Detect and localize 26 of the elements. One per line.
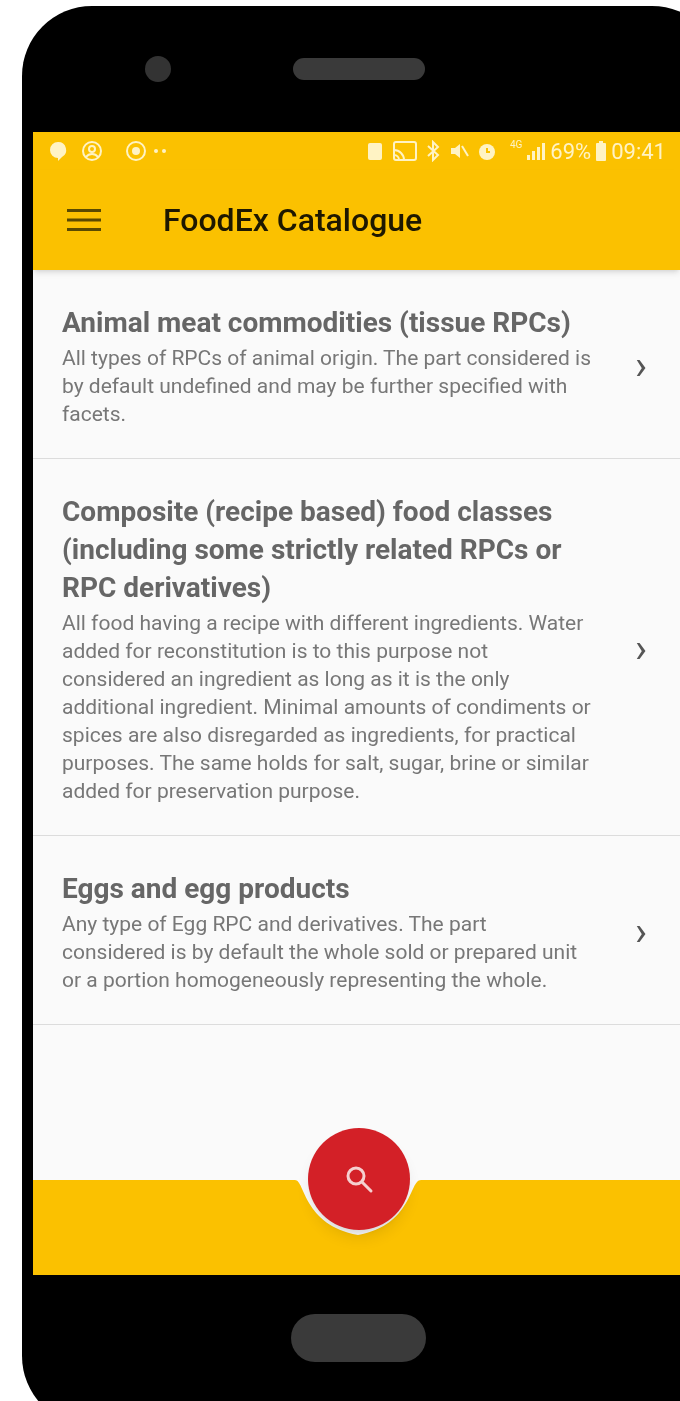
battery-icon [595, 140, 608, 162]
category-item[interactable]: Eggs and egg products Any type of Egg RPC and derivatives. The part considered is by default the whole sold or prepared unit or a portion homogeneously representing the whole. › [33, 836, 680, 1025]
signal-icon [526, 142, 547, 160]
category-description: All food having a recipe with different ingredients. Water added for reconstitution is to this purpose not considered an ingredient as long as it is the only additional ingredient. Minimal amounts of condiments or spices are also disregarded as ingredients, for practical purposes. The same holds for salt, sugar, brine or similar added for preservation purpose. [62, 610, 592, 805]
category-title: Composite (recipe based) food classes (including some strictly related RPCs or RPC derivatives) [62, 494, 563, 606]
account-icon [81, 140, 103, 162]
chat-icon [47, 140, 69, 162]
category-title: Eggs and egg products [62, 871, 351, 907]
battery-percent: 69% [550, 137, 592, 166]
category-item[interactable]: Animal meat commodities (tissue RPCs) All types of RPCs of animal origin. The part considered is by default undefined and may be further specified with facets. › [33, 270, 680, 459]
clock-time: 09:41 [611, 137, 666, 166]
category-description: All types of RPCs of animal origin. The part considered is by default undefined and may be further specified with facets. [62, 345, 592, 428]
search-icon [344, 1164, 374, 1194]
bluetooth-icon [425, 140, 440, 162]
network-type-label: 4G [509, 140, 523, 150]
battery-saver-icon [365, 140, 384, 162]
app-title: FoodEx Catalogue [163, 200, 423, 241]
chevron-icon: › [635, 346, 647, 386]
chevron-icon: › [635, 912, 647, 952]
chevron-icon: › [635, 629, 647, 669]
more-dots-icon [153, 148, 167, 154]
category-title: Animal meat commodities (tissue RPCs) [62, 305, 572, 341]
category-description: Any type of Egg RPC and derivatives. The part considered is by default the whole sold or prepared unit or a portion homogeneously representing the whole. [62, 911, 579, 994]
location-icon [125, 140, 147, 162]
menu-icon [67, 208, 101, 232]
cast-icon [391, 140, 418, 162]
